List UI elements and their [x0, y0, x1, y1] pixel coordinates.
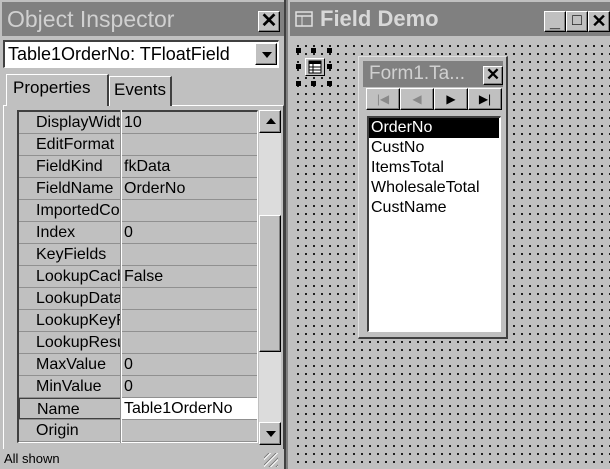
- property-value[interactable]: 0: [123, 376, 257, 397]
- property-row[interactable]: FieldKind fkData: [19, 156, 257, 178]
- chevron-down-icon: [262, 52, 272, 58]
- fields-editor-title: Form1.Ta...: [369, 63, 466, 84]
- property-row[interactable]: Index 0: [19, 222, 257, 244]
- component-selector-combo[interactable]: Table1OrderNo: TFloatField: [3, 40, 279, 68]
- fields-editor-titlebar[interactable]: Form1.Ta... ✕: [363, 61, 503, 87]
- property-value[interactable]: [123, 288, 257, 309]
- property-value[interactable]: 10: [123, 112, 257, 133]
- property-value[interactable]: [123, 200, 257, 221]
- property-name[interactable]: MaxValue: [19, 354, 121, 375]
- list-item[interactable]: OrderNo: [369, 118, 499, 138]
- nav-first-button[interactable]: |◀: [366, 88, 400, 110]
- property-row[interactable]: KeyFields: [19, 244, 257, 266]
- property-name[interactable]: LookupResultField: [19, 332, 121, 353]
- property-name[interactable]: Origin: [19, 420, 121, 441]
- property-name[interactable]: FieldName: [19, 178, 121, 199]
- minimize-icon[interactable]: _: [544, 11, 566, 32]
- selection-handle[interactable]: [296, 81, 301, 86]
- property-value[interactable]: 0: [123, 222, 257, 243]
- property-name[interactable]: ImportedConstraint: [19, 200, 121, 221]
- field-demo-title: Field Demo: [320, 6, 439, 31]
- property-row[interactable]: EditFormat: [19, 134, 257, 156]
- selection-handle[interactable]: [327, 64, 332, 69]
- property-grid-divider[interactable]: [120, 110, 122, 443]
- object-inspector-titlebar[interactable]: Object Inspector ✕: [2, 2, 284, 36]
- tab-properties[interactable]: Properties: [6, 74, 109, 106]
- property-row[interactable]: ImportedConstraint: [19, 200, 257, 222]
- scroll-thumb[interactable]: [259, 215, 281, 352]
- property-value[interactable]: fkData: [123, 156, 257, 177]
- list-item[interactable]: CustNo: [369, 138, 499, 158]
- status-bar: All shown: [2, 450, 284, 469]
- property-name[interactable]: Name: [19, 398, 121, 419]
- property-row[interactable]: LookupDataSet: [19, 288, 257, 310]
- fields-editor-window: Form1.Ta... ✕ |◀ ◀ ▶ ▶| OrderNo CustNo Ite…: [358, 56, 508, 339]
- list-item[interactable]: WholesaleTotal: [369, 178, 499, 198]
- form-icon: [295, 11, 313, 27]
- property-name[interactable]: LookupCache: [19, 266, 121, 287]
- property-value[interactable]: False: [123, 266, 257, 287]
- chevron-down-icon: [266, 431, 276, 437]
- property-row[interactable]: MinValue 0: [19, 376, 257, 398]
- property-row[interactable]: FieldName OrderNo: [19, 178, 257, 200]
- property-name[interactable]: KeyFields: [19, 244, 121, 265]
- property-name[interactable]: Index: [19, 222, 121, 243]
- scroll-down-button[interactable]: [259, 422, 281, 445]
- size-grip-icon[interactable]: [264, 453, 278, 467]
- tab-events[interactable]: Events: [109, 76, 172, 106]
- property-value[interactable]: [123, 244, 257, 265]
- selection-handle[interactable]: [311, 81, 316, 86]
- component-selector-value: Table1OrderNo: TFloatField: [8, 44, 230, 64]
- property-value[interactable]: [123, 420, 257, 441]
- object-inspector-title: Object Inspector: [7, 6, 175, 32]
- property-value[interactable]: [123, 134, 257, 155]
- maximize-icon[interactable]: □: [566, 11, 588, 32]
- property-row[interactable]: LookupCacheFalse: [19, 266, 257, 288]
- table-component-icon: [305, 58, 325, 76]
- property-grid: DisplayWidth 10 EditFormat FieldKind fkData F…: [17, 110, 258, 443]
- close-icon[interactable]: ✕: [588, 11, 610, 32]
- property-name[interactable]: LookupDataSet: [19, 288, 121, 309]
- property-name[interactable]: MinValue: [19, 376, 121, 397]
- property-row[interactable]: LookupKeyFields: [19, 310, 257, 332]
- property-name[interactable]: DisplayWidth: [19, 112, 121, 133]
- table-component[interactable]: [296, 48, 332, 86]
- selection-handle[interactable]: [296, 48, 301, 53]
- nav-last-button[interactable]: ▶|: [468, 88, 502, 110]
- selection-handle[interactable]: [311, 48, 316, 53]
- property-name[interactable]: FieldKind: [19, 156, 121, 177]
- chevron-up-icon: [266, 118, 276, 124]
- nav-next-button[interactable]: ▶: [434, 88, 468, 110]
- status-text: All shown: [4, 451, 60, 466]
- property-row[interactable]: LookupResultField: [19, 332, 257, 354]
- scroll-up-button[interactable]: [259, 110, 281, 133]
- selection-handle[interactable]: [296, 64, 301, 69]
- object-inspector-window: Object Inspector ✕ Table1OrderNo: TFloat…: [0, 0, 286, 469]
- close-icon[interactable]: ✕: [258, 11, 280, 32]
- selection-handle[interactable]: [327, 81, 332, 86]
- dropdown-button[interactable]: [255, 43, 277, 65]
- property-value[interactable]: [123, 332, 257, 353]
- field-demo-titlebar[interactable]: Field Demo _ □ ✕: [290, 2, 610, 36]
- list-item[interactable]: CustName: [369, 198, 499, 218]
- property-row[interactable]: DisplayWidth 10: [19, 112, 257, 134]
- property-row[interactable]: Name Table1OrderNo: [19, 398, 257, 420]
- property-value[interactable]: Table1OrderNo: [123, 398, 257, 419]
- property-value[interactable]: OrderNo: [123, 178, 257, 199]
- property-row[interactable]: MaxValue 0: [19, 354, 257, 376]
- fields-list[interactable]: OrderNo CustNo ItemsTotal WholesaleTotal Cus…: [367, 116, 501, 332]
- property-value[interactable]: [123, 310, 257, 331]
- property-value[interactable]: 0: [123, 354, 257, 375]
- property-row[interactable]: Origin: [19, 420, 257, 442]
- nav-prior-button[interactable]: ◀: [400, 88, 434, 110]
- selection-handle[interactable]: [327, 48, 332, 53]
- property-name[interactable]: EditFormat: [19, 134, 121, 155]
- property-name[interactable]: LookupKeyFields: [19, 310, 121, 331]
- close-icon[interactable]: ✕: [483, 66, 503, 85]
- list-item[interactable]: ItemsTotal: [369, 158, 499, 178]
